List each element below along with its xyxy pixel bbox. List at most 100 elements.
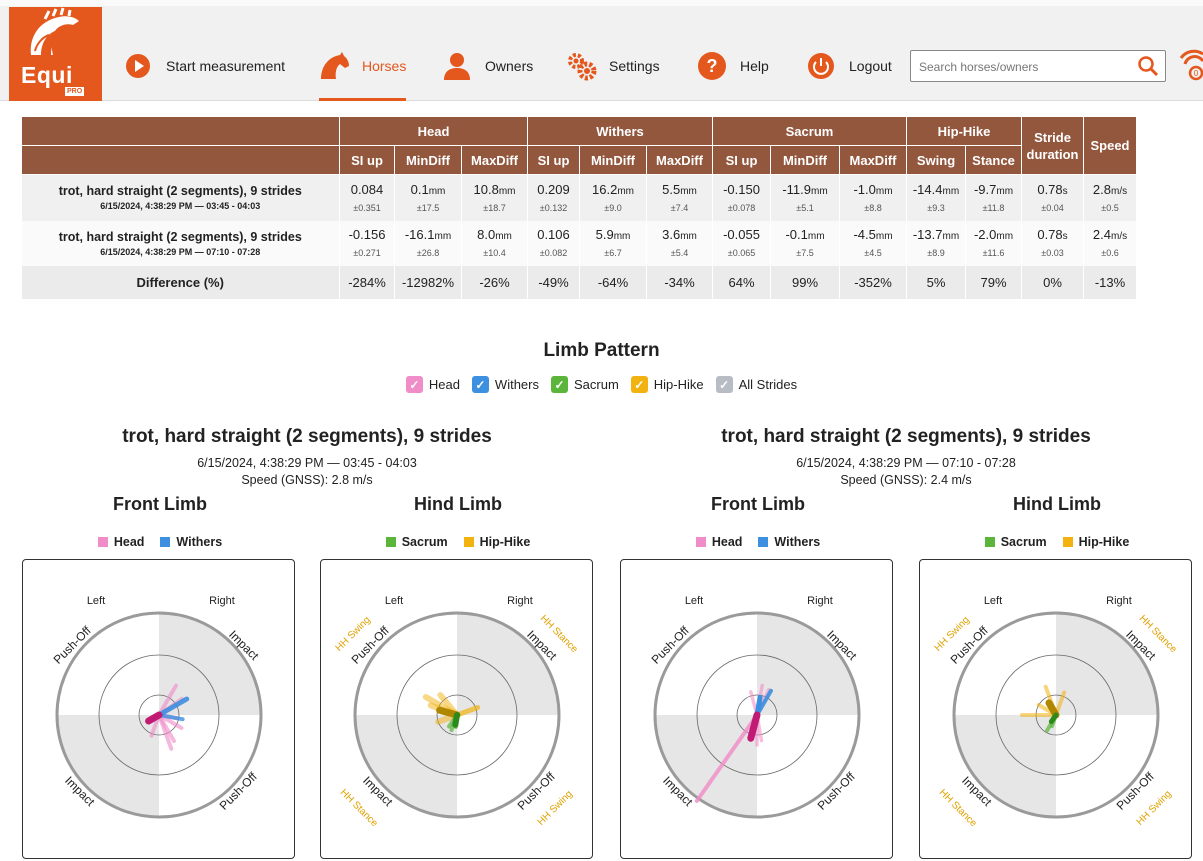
- header-stride-duration: Stride duration: [1021, 116, 1084, 175]
- cell-sd: ±5.1: [796, 202, 814, 213]
- difference-cell: -12982%: [394, 265, 462, 299]
- table-cell: 0.106 ±0.082: [527, 220, 580, 266]
- push-off-label: Push-Off: [217, 769, 261, 813]
- left-label: Left: [385, 595, 403, 607]
- gears-icon: [565, 50, 597, 82]
- cell-sd: ±0.078: [727, 202, 756, 213]
- search-icon[interactable]: [1137, 55, 1159, 82]
- legend-sacrum: Sacrum: [984, 535, 1047, 549]
- front-limb-polar-chart-2: Left Right Push-Off Impact Impact Push-Off: [620, 559, 893, 859]
- legend-hip-hike: Hip-Hike: [1062, 535, 1129, 549]
- filter-label: All Strides: [738, 377, 798, 392]
- filter-all-strides-checkbox[interactable]: ✓ All Strides: [715, 376, 798, 393]
- cell-sd: ±18.7: [483, 202, 506, 213]
- cell-sd: ±0.065: [727, 248, 756, 258]
- cell-unit: mm: [617, 185, 634, 197]
- svg-text:?: ?: [707, 56, 718, 76]
- table-cell: -1.0mm ±8.8: [839, 174, 907, 221]
- cell-value: -0.1: [785, 227, 808, 242]
- row-title: trot, hard straight (2 segments), 9 stri…: [58, 184, 302, 199]
- table-cell: -0.055 ±0.065: [712, 220, 771, 266]
- cell-value: -11.9: [782, 181, 811, 197]
- row-subtitle: 6/15/2024, 4:38:29 PM — 03:45 - 04:03: [100, 201, 261, 212]
- nav-start-label: Start measurement: [166, 58, 286, 74]
- checkmark-icon: ✓: [405, 376, 423, 393]
- table-cell: -0.150 ±0.078: [712, 174, 771, 221]
- subheader: MaxDiff: [646, 145, 713, 175]
- legend-head: Head: [695, 535, 742, 549]
- equi-pro-logo[interactable]: Equi PRO: [9, 7, 102, 101]
- filter-hip-hike-checkbox[interactable]: ✓ Hip-Hike: [630, 376, 704, 393]
- cell-sd: ±0.6: [1101, 248, 1119, 258]
- search-box[interactable]: [910, 50, 1166, 82]
- cell-value: -9.7: [973, 181, 997, 197]
- cell-value: 0.78: [1037, 227, 1063, 242]
- table-row: trot, hard straight (2 segments), 9 stri…: [21, 174, 1137, 221]
- cell-value: 8.0: [477, 227, 496, 242]
- table-cell: -16.1mm ±26.8: [394, 220, 462, 266]
- table-cell: -13.7mm ±8.9: [906, 220, 966, 266]
- row-label: trot, hard straight (2 segments), 9 stri…: [21, 174, 340, 221]
- table-cell: 10.8mm ±18.7: [461, 174, 528, 221]
- nav-logout[interactable]: Logout: [805, 48, 892, 84]
- cell-unit: m/s: [1110, 231, 1128, 242]
- subheader: MaxDiff: [839, 145, 907, 175]
- cell-sd: ±0.351: [353, 202, 381, 213]
- hind-limb-title: Hind Limb: [1013, 494, 1101, 514]
- hind-legend: Sacrum Hip-Hike: [320, 535, 596, 549]
- header-hip-hike: Hip-Hike: [906, 116, 1022, 146]
- cell-unit: mm: [996, 231, 1014, 242]
- front-legend: Head Withers: [620, 535, 896, 549]
- cell-value: 0.1: [410, 181, 429, 197]
- top-strip: [0, 0, 1203, 6]
- cell-sd: ±8.8: [864, 202, 882, 213]
- cell-value: 3.6: [662, 227, 681, 242]
- nav-start-measurement[interactable]: Start measurement: [122, 48, 285, 84]
- subheader: Swing: [906, 145, 966, 175]
- hind-limb-polar-chart-2: Left Right Push-Off Impact Impact Push-Off HH …: [919, 559, 1192, 859]
- connection-icon[interactable]: 0: [1178, 48, 1203, 89]
- logo-sub: PRO: [65, 87, 85, 96]
- cell-value: -0.156: [348, 227, 386, 242]
- nav-owners[interactable]: Owners: [441, 48, 533, 84]
- horse-icon: [318, 50, 350, 82]
- nav-help-label: Help: [740, 58, 769, 74]
- cell-sd: ±26.8: [416, 248, 440, 258]
- difference-cell: 79%: [965, 265, 1022, 299]
- subheader: Stance: [965, 145, 1022, 175]
- table-cell: 0.78s ±0.03: [1021, 220, 1084, 266]
- cell-value: 2.4: [1092, 227, 1111, 242]
- group-title: trot, hard straight (2 segments), 9 stri…: [721, 426, 1091, 447]
- horse-head-logo-icon: [30, 7, 79, 55]
- right-label: Right: [807, 595, 833, 607]
- legend-sacrum: Sacrum: [385, 535, 448, 549]
- header-empty-2: [21, 145, 340, 175]
- cell-unit: mm: [434, 231, 452, 242]
- subheader: SI up: [339, 145, 395, 175]
- nav-logout-label: Logout: [849, 58, 892, 74]
- cell-unit: mm: [680, 231, 697, 242]
- subheader: MaxDiff: [461, 145, 528, 175]
- nav-help[interactable]: ? Help: [696, 48, 769, 84]
- push-off-label: Push-Off: [815, 769, 859, 813]
- cell-sd: ±0.132: [539, 202, 568, 213]
- difference-row: Difference (%) -284% -12982% -26% -49% -64% -3…: [21, 265, 1137, 299]
- front-limb-polar-chart-1: Left Right Push-Off Impact Impact Push-Off: [22, 559, 295, 859]
- filter-head-checkbox[interactable]: ✓ Head: [405, 376, 460, 393]
- cell-value: -4.5: [853, 227, 876, 242]
- table-cell: 0.78s ±0.04: [1021, 174, 1084, 221]
- cell-sd: ±0.03: [1041, 248, 1064, 258]
- nav-horses[interactable]: Horses: [318, 48, 406, 84]
- logo-text: Equi: [21, 62, 73, 88]
- group-speed: Speed (GNSS): 2.8 m/s: [241, 473, 373, 487]
- cell-sd: ±0.04: [1041, 202, 1064, 213]
- nav-horses-label: Horses: [362, 58, 407, 74]
- help-icon: ?: [696, 50, 728, 82]
- search-input[interactable]: [919, 57, 1129, 77]
- cell-value: 0.084: [350, 181, 384, 197]
- header-sacrum: Sacrum: [712, 116, 907, 146]
- nav-settings[interactable]: Settings: [565, 48, 660, 84]
- filter-withers-checkbox[interactable]: ✓ Withers: [471, 376, 539, 393]
- table-cell: 0.084 ±0.351: [339, 174, 395, 221]
- filter-sacrum-checkbox[interactable]: ✓ Sacrum: [550, 376, 619, 393]
